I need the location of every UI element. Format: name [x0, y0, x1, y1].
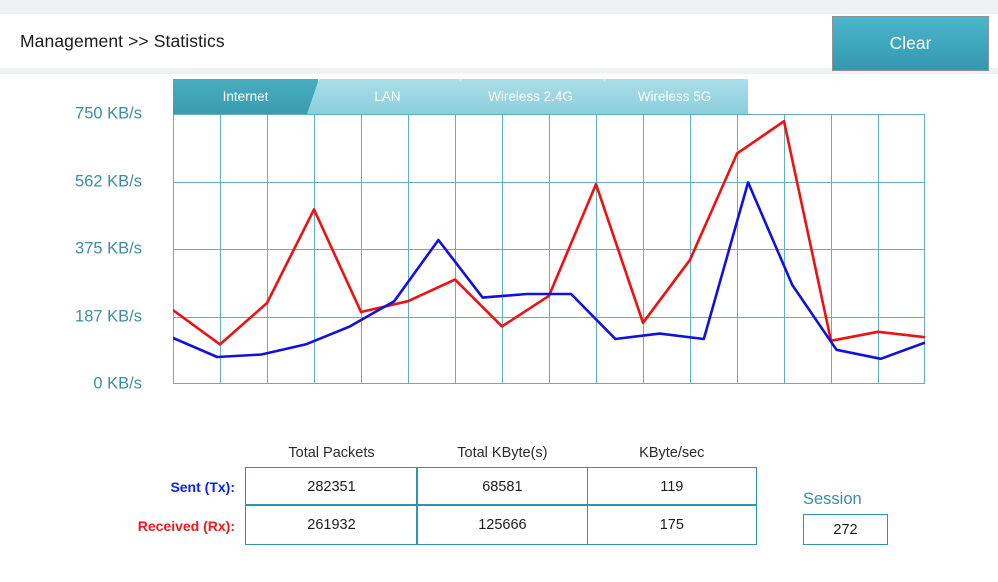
stats-table: 282351 68581 119 261932 125666 175: [245, 467, 758, 545]
tab-wireless24-label: Wireless 2.4G: [488, 89, 573, 104]
stats-section: Total Packets Total KByte(s) KByte/sec S…: [0, 440, 998, 560]
tab-wireless24[interactable]: Wireless 2.4G: [449, 79, 604, 114]
y-tick-562: 562 KB/s: [75, 172, 142, 191]
y-tick-375: 375 KB/s: [75, 239, 142, 258]
y-tick-0: 0 KB/s: [93, 374, 142, 393]
tab-internet[interactable]: Internet: [173, 79, 318, 114]
cell-received-kbyte-sec: 175: [586, 504, 757, 545]
session-value: 272: [803, 514, 888, 545]
column-header-total-packets: Total Packets: [288, 445, 375, 461]
cell-received-total-packets: 261932: [245, 504, 418, 545]
cell-sent-total-kbytes: 68581: [416, 467, 589, 506]
cell-sent-kbyte-sec: 119: [586, 467, 757, 506]
tab-bar: Internet LAN Wireless 2.4G Wireless 5G: [173, 79, 748, 114]
tab-internet-label: Internet: [222, 89, 269, 104]
row-label-received: Received (Rx):: [137, 518, 235, 534]
statistics-page: Management >> Statistics Clear Internet …: [0, 0, 998, 582]
traffic-chart: [173, 114, 925, 384]
row-label-sent: Sent (Tx):: [170, 479, 235, 495]
cell-sent-total-packets: 282351: [245, 467, 418, 506]
column-header-kbyte-sec: KByte/sec: [639, 445, 705, 461]
tab-wireless5[interactable]: Wireless 5G: [593, 79, 748, 114]
table-row-received: 261932 125666 175: [245, 504, 758, 545]
cell-received-total-kbytes: 125666: [416, 504, 589, 545]
y-tick-750: 750 KB/s: [75, 104, 142, 123]
clear-button[interactable]: Clear: [832, 16, 989, 71]
y-axis-labels: 0 KB/s 187 KB/s 375 KB/s 562 KB/s 750 KB/s: [0, 0, 160, 420]
y-tick-187: 187 KB/s: [75, 307, 142, 326]
tab-lan[interactable]: LAN: [307, 79, 460, 114]
chart-plot: [173, 114, 925, 384]
table-row-sent: 282351 68581 119: [245, 467, 758, 506]
tab-wireless5-label: Wireless 5G: [637, 89, 712, 104]
session-label: Session: [803, 489, 862, 508]
column-header-total-kbytes: Total KByte(s): [457, 445, 548, 461]
tab-lan-label: LAN: [374, 89, 401, 104]
